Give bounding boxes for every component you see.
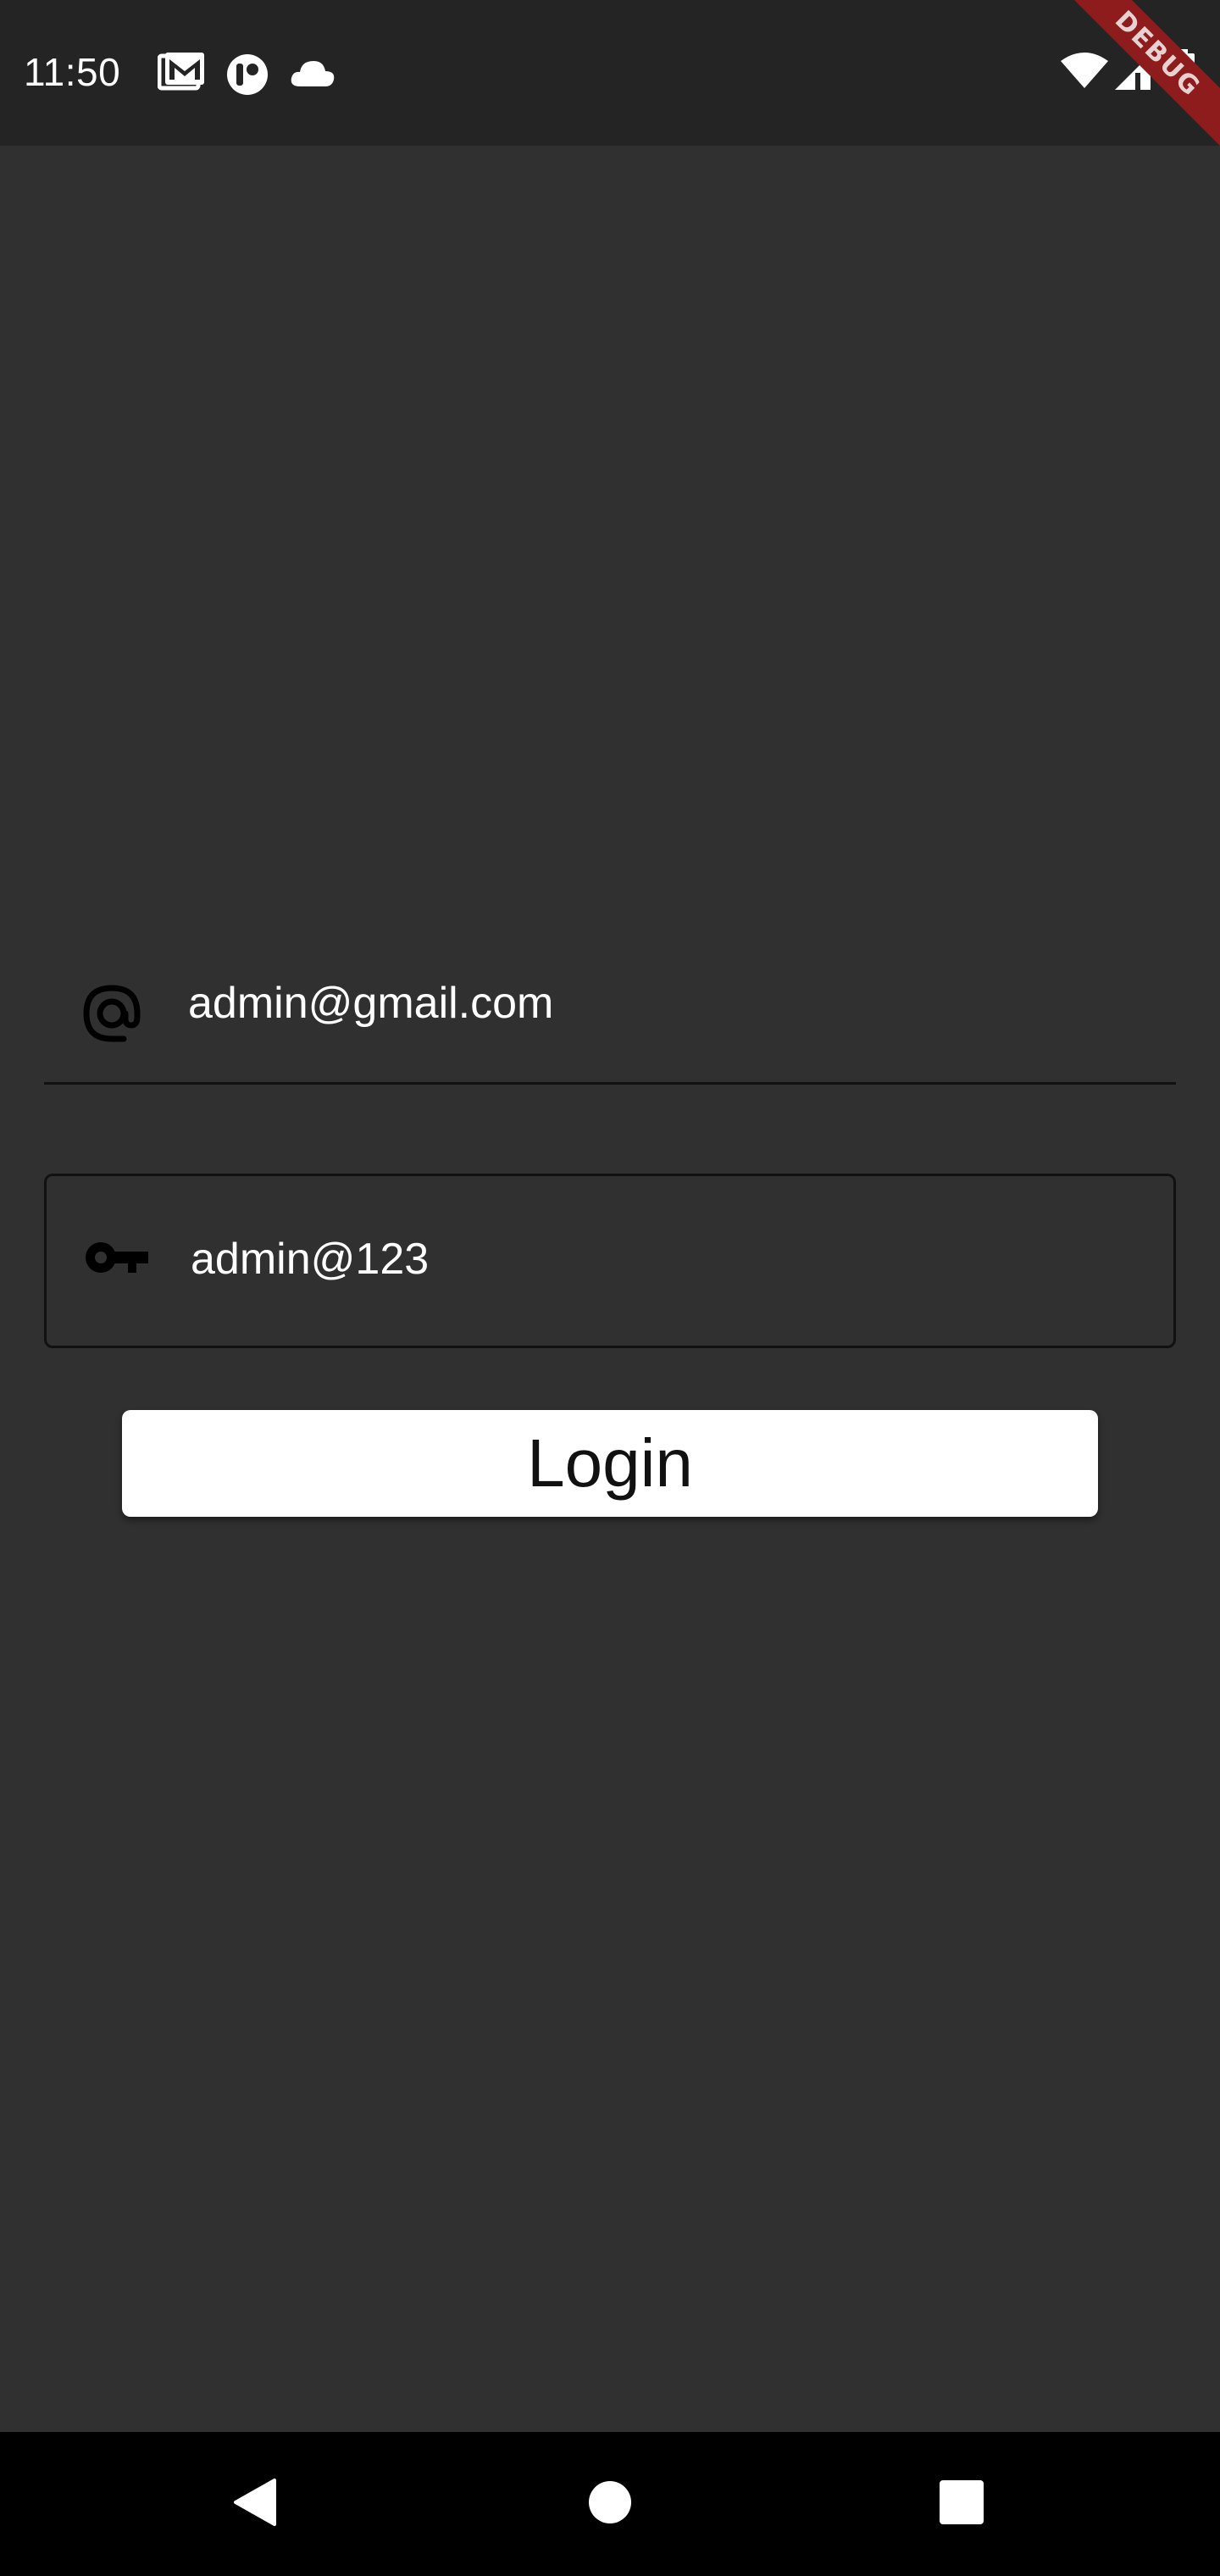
home-icon (588, 2480, 632, 2529)
status-bar: 11:50 DEBUG (0, 0, 1220, 159)
email-field[interactable]: admin@gmail.com (44, 941, 1176, 1085)
gmail-icon (158, 53, 205, 93)
key-icon (84, 1239, 148, 1280)
status-time: 11:50 (24, 50, 121, 94)
app-icon (225, 53, 269, 97)
login-button[interactable]: Login (122, 1410, 1098, 1517)
recents-button[interactable] (890, 2432, 1034, 2576)
back-button[interactable] (182, 2432, 326, 2576)
cloud-icon (290, 58, 336, 88)
wifi-icon (1061, 53, 1108, 90)
password-value: admin@123 (191, 1235, 430, 1284)
recents-icon (940, 2479, 984, 2529)
login-screen: 11:50 DEBUG admin@gmail.com admin@123 Lo… (0, 0, 1220, 2576)
back-icon (232, 2478, 276, 2531)
home-button[interactable] (538, 2432, 682, 2576)
password-field[interactable]: admin@123 (44, 1174, 1176, 1348)
at-sign-icon (81, 983, 142, 1048)
email-value: admin@gmail.com (188, 979, 554, 1028)
navigation-bar (0, 2432, 1220, 2576)
